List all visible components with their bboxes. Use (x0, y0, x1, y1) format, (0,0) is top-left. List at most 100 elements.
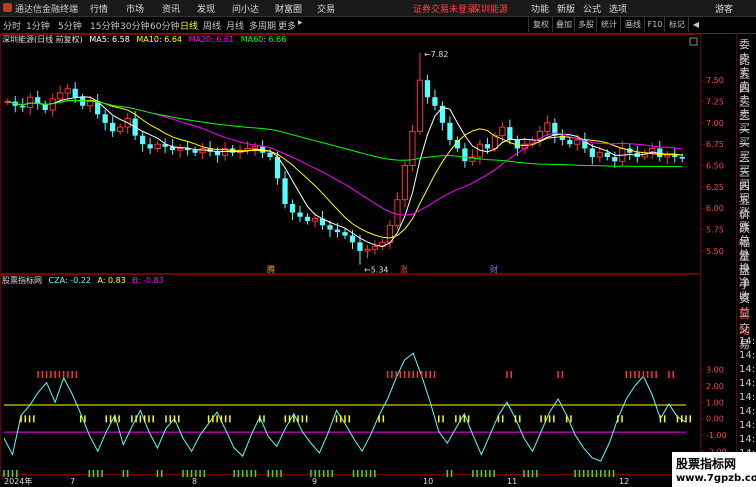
signal-bar (322, 470, 325, 477)
signal-bar (229, 415, 231, 423)
candle (267, 152, 273, 157)
price-tick-label: 6.50 (706, 162, 724, 171)
x-tick-label: 8 (192, 477, 197, 486)
signal-bar (480, 470, 483, 477)
signal-bar (536, 470, 538, 477)
candle (49, 98, 56, 111)
signal-bar (216, 415, 218, 423)
x-tick-label: 2024年 (4, 476, 32, 486)
candle (199, 147, 206, 154)
signal-bar (212, 415, 214, 423)
candle (27, 96, 34, 108)
signal-bar (50, 371, 52, 378)
candle (176, 147, 184, 151)
signal-bar (7, 470, 10, 477)
signal-bar (395, 371, 397, 378)
candle (394, 199, 401, 226)
trade-time: 14:50 (739, 378, 756, 389)
candle (596, 152, 603, 158)
signal-bar (531, 470, 534, 477)
signal-bar (433, 371, 436, 378)
signal-bar (41, 371, 44, 378)
indicator-tick-label: 3.00 (706, 366, 724, 375)
candle (364, 248, 371, 252)
signal-bar (165, 415, 167, 423)
candle (117, 126, 124, 132)
cza-line (3, 352, 687, 462)
candle (244, 147, 251, 151)
x-tick-label: 7 (70, 477, 75, 486)
candle (297, 212, 303, 217)
signal-bar (646, 371, 649, 378)
signal-bar (109, 415, 112, 423)
candle (357, 242, 363, 251)
signal-bar (271, 470, 274, 477)
signal-bar (544, 415, 547, 423)
signal-bar (54, 371, 56, 378)
signal-bar (557, 371, 559, 378)
trade-time: 14:50 (739, 434, 756, 445)
signal-bar (352, 470, 355, 477)
signal-bar (459, 415, 461, 423)
signal-bar (305, 415, 308, 423)
signal-bar (578, 470, 581, 477)
watermark-title: 股票指标网 (676, 457, 737, 471)
signal-bar (280, 470, 282, 477)
signal-bar (11, 470, 14, 477)
candle (327, 225, 333, 230)
signal-bar (685, 415, 687, 423)
signal-bar (574, 470, 576, 477)
signal-bar (97, 470, 99, 477)
signal-bar (548, 415, 551, 423)
signal-bar (489, 470, 491, 477)
chart-area[interactable]: 7.50 7.25 7.00 6.75 6.50 6.25 6.00 5.75 5.50 ←7.8… (0, 0, 736, 487)
signal-bar (412, 371, 414, 378)
price-tick-label: 6.25 (706, 183, 724, 192)
signal-bar (408, 371, 410, 378)
signal-bar (374, 470, 376, 477)
signal-bar (84, 415, 86, 423)
candle (110, 122, 116, 132)
trade-time: 14:50 (739, 406, 756, 417)
signal-bar (331, 470, 333, 477)
signal-bar (420, 371, 423, 378)
signal-bar (203, 470, 206, 477)
signal-bar (160, 470, 163, 477)
signal-bar (3, 470, 5, 477)
signal-bar (58, 371, 61, 378)
signal-bar (199, 470, 201, 477)
signal-bar (668, 371, 670, 378)
signal-bar (114, 415, 116, 423)
candle (334, 229, 341, 233)
signal-bar (425, 371, 427, 378)
signal-bar (446, 470, 449, 477)
candle (140, 135, 146, 145)
candle (589, 148, 595, 157)
signal-bar (314, 470, 316, 477)
signal-bar (438, 415, 440, 423)
signal-bar (237, 470, 240, 477)
signal-bar (45, 371, 48, 378)
signal-bar (71, 371, 73, 378)
signal-bar (190, 470, 193, 477)
signal-bar (88, 470, 90, 477)
signal-bar (600, 470, 602, 477)
candle (424, 80, 431, 98)
signal-bar (399, 371, 402, 378)
ma5-line (7, 96, 683, 247)
signal-bar (288, 415, 291, 423)
signal-bar (301, 415, 304, 423)
candle (574, 139, 581, 145)
x-tick-label: 9 (312, 477, 317, 486)
signal-bar (62, 371, 65, 378)
candle (612, 157, 618, 162)
signal-bar (523, 470, 525, 477)
price-tick-label: 6.00 (706, 204, 724, 213)
signal-bar (463, 415, 466, 423)
signal-bar (339, 415, 342, 423)
candle (484, 144, 491, 149)
signal-bar (220, 415, 223, 423)
signal-bar (92, 470, 95, 477)
signal-bar (565, 415, 568, 423)
candle (147, 144, 153, 149)
